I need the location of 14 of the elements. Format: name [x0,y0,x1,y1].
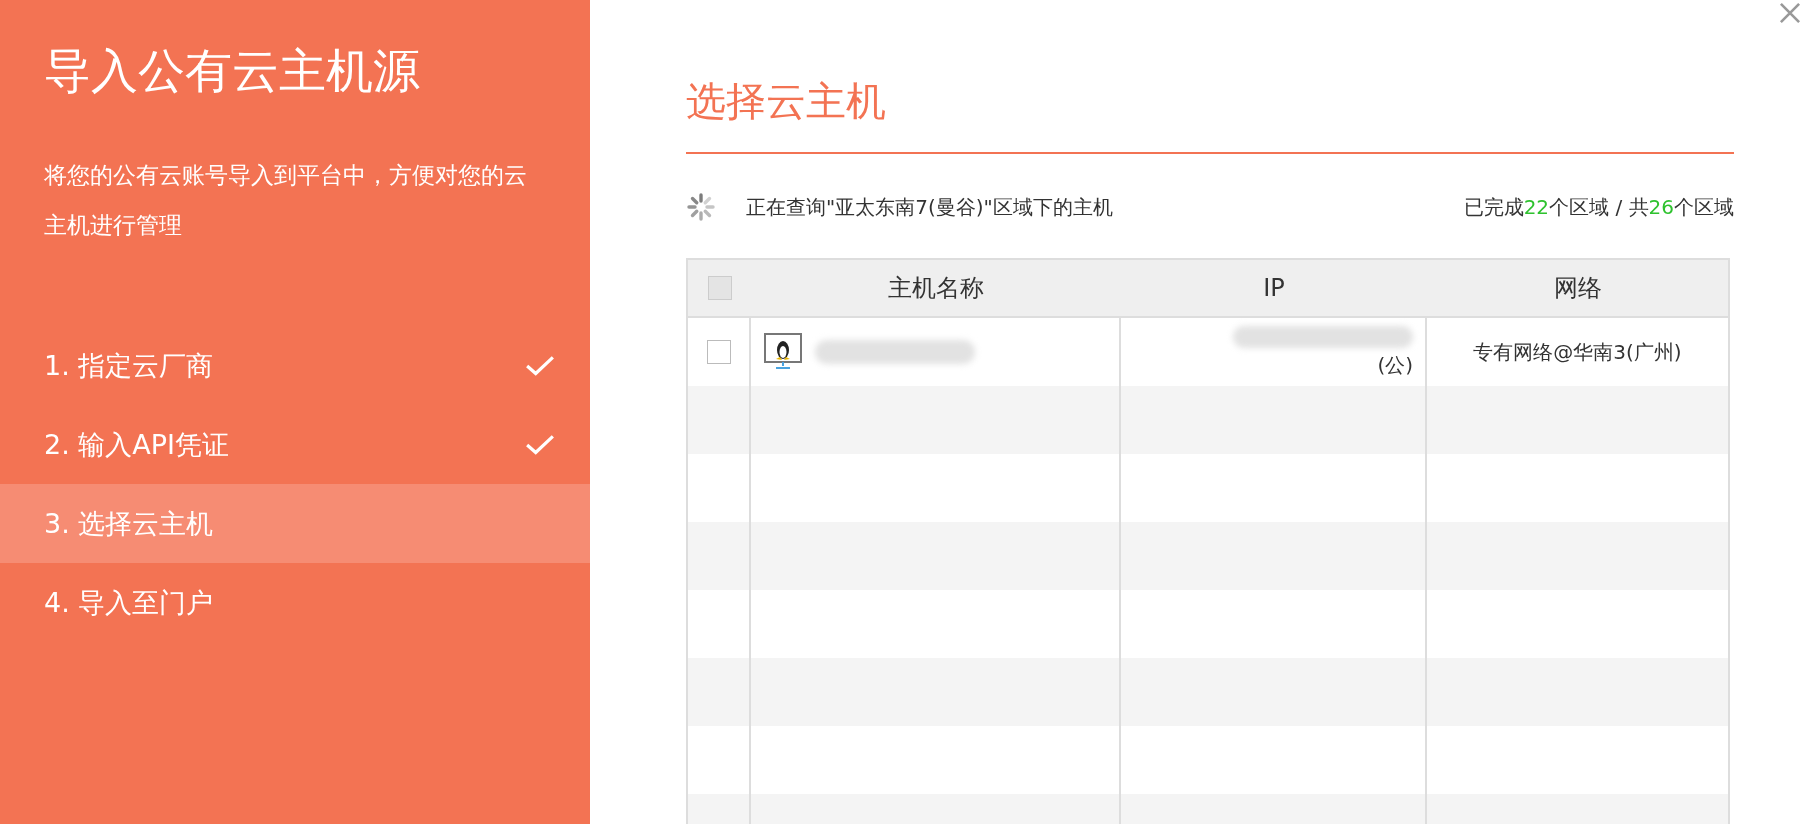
step-item[interactable]: 1. 指定云厂商 [0,326,590,405]
step-item[interactable]: 4. 导入至门户 [0,563,590,642]
progress-text: 已完成22个区域 / 共26个区域 [1463,193,1734,221]
table-cell: (公) [1377,351,1413,379]
table-cell-text: 专有网络@华南3(广州) [1472,338,1683,366]
step-item[interactable]: 3. 选择云主机 [0,484,590,563]
query-status-text: 正在查询"亚太东南7(曼谷)"区域下的主机 [746,193,1114,221]
wizard-title: 导入公有云主机源 [44,42,421,100]
column-header: 网络 [1552,273,1603,304]
section-title: 选择云主机 [686,77,887,126]
column-header: 主机名称 [887,273,985,304]
wizard-description: 将您的公有云账号导入到平台中，方便对您的云主机进行管理 [44,161,528,240]
column-header: IP [1262,273,1286,304]
step-item[interactable]: 2. 输入API凭证 [0,405,590,484]
